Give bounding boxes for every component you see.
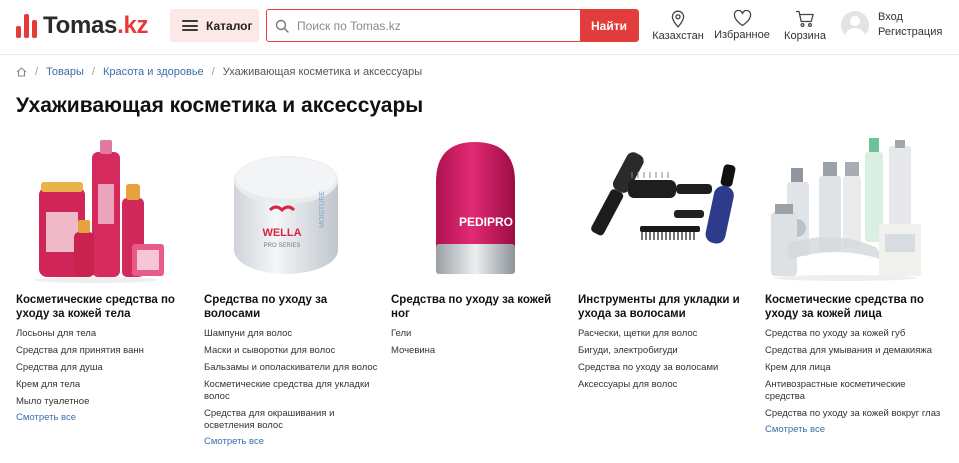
home-icon[interactable] [16,67,27,77]
cart-button[interactable]: Корзина [783,10,827,42]
search-bar: Найти [266,9,639,42]
subcategory-link[interactable]: Мыло туалетное [16,393,196,410]
subcategory-link[interactable]: Гели [391,325,571,342]
subcategory-list: Гели Мочевина [391,325,571,359]
subcategory-link[interactable]: Средства для душа [16,359,196,376]
subcategory-list: Лосьоны для тела Средства для принятия в… [16,325,196,410]
catalog-button[interactable]: Каталог [170,9,259,42]
subcategory-link[interactable]: Средства для умывания и демакияжа [765,342,945,359]
search-icon [267,10,297,41]
logo-text: Tomas.kz [43,12,149,39]
catalog-label: Каталог [206,18,253,33]
subcategory-link[interactable]: Средства по уходу за кожей губ [765,325,945,342]
see-all-link[interactable]: Смотреть все [16,412,196,423]
subcategory-link[interactable]: Средства по уходу за волосами [578,359,758,376]
category-title[interactable]: Средства по уходу за волосами [204,293,384,321]
category-card: Косметические средства по уходу за кожей… [765,132,945,435]
category-card: Инструменты для укладки и ухода за волос… [578,132,758,393]
breadcrumb: / Товары / Красота и здоровье / Ухаживаю… [16,66,422,78]
category-image[interactable]: WELLA PRO SERIES MOISTURE [204,132,364,287]
logo-bars-icon [16,14,37,38]
svg-text:WELLA: WELLA [262,227,301,239]
login-button[interactable]: Вход Регистрация [841,10,942,40]
subcategory-link[interactable]: Косметические средства для укладки волос [204,376,384,405]
header-divider [0,54,959,55]
category-title[interactable]: Косметические средства по уходу за кожей… [16,293,196,321]
subcategory-link[interactable]: Бигуди, электробигуди [578,342,758,359]
subcategory-link[interactable]: Средства для принятия ванн [16,342,196,359]
cart-icon [796,10,814,28]
register-label: Регистрация [878,26,943,38]
heart-icon [733,10,751,27]
category-card: PEDIPRO Средства по уходу за кожей ног Г… [391,132,571,359]
site-header: Tomas.kz Каталог Найти Казахстан Избранн… [0,0,959,54]
location-button[interactable]: Казахстан [652,10,704,42]
favorites-button[interactable]: Избранное [713,10,771,41]
see-all-link[interactable]: Смотреть все [204,436,384,447]
breadcrumb-separator: / [35,66,39,78]
login-label: Вход [878,11,903,23]
location-label: Казахстан [652,30,704,42]
subcategory-link[interactable]: Маски и сыворотки для волос [204,342,384,359]
avatar-icon [841,11,869,39]
menu-icon [182,20,198,31]
breadcrumb-separator: / [91,66,95,78]
search-button[interactable]: Найти [580,10,638,41]
subcategory-link[interactable]: Аксессуары для волос [578,376,758,393]
subcategory-link[interactable]: Антивозрастные косметические средства [765,376,945,405]
category-image[interactable]: PEDIPRO [391,132,551,287]
svg-text:MOISTURE: MOISTURE [319,191,326,228]
cart-label: Корзина [784,30,826,42]
category-title[interactable]: Косметические средства по уходу за кожей… [765,293,945,321]
category-card: Косметические средства по уходу за кожей… [16,132,196,423]
svg-text:PEDIPRO: PEDIPRO [459,215,513,229]
category-image[interactable] [765,132,925,287]
login-text: Вход Регистрация [878,10,942,40]
see-all-link[interactable]: Смотреть все [765,424,945,435]
subcategory-link[interactable]: Крем для тела [16,376,196,393]
breadcrumb-current: Ухаживающая косметика и аксессуары [222,66,423,78]
subcategory-list: Средства по уходу за кожей губ Средства … [765,325,945,422]
subcategory-link[interactable]: Лосьоны для тела [16,325,196,342]
site-logo[interactable]: Tomas.kz [16,12,149,40]
breadcrumb-separator: / [211,66,215,78]
subcategory-list: Расчески, щетки для волос Бигуди, электр… [578,325,758,393]
subcategory-list: Шампуни для волос Маски и сыворотки для … [204,325,384,434]
category-title[interactable]: Инструменты для укладки и ухода за волос… [578,293,758,321]
category-title[interactable]: Средства по уходу за кожей ног [391,293,571,321]
category-image[interactable] [578,132,738,287]
page-title: Ухаживающая косметика и аксессуары [16,94,424,117]
subcategory-link[interactable]: Бальзамы и ополаскиватели для волос [204,359,384,376]
subcategory-link[interactable]: Мочевина [391,342,571,359]
subcategory-link[interactable]: Расчески, щетки для волос [578,325,758,342]
subcategory-link[interactable]: Средства по уходу за кожей вокруг глаз [765,405,945,422]
category-card: WELLA PRO SERIES MOISTURE Средства по ух… [204,132,384,447]
subcategory-link[interactable]: Шампуни для волос [204,325,384,342]
subcategory-link[interactable]: Крем для лица [765,359,945,376]
favorites-label: Избранное [714,29,770,41]
svg-text:PRO SERIES: PRO SERIES [264,243,301,249]
subcategory-link[interactable]: Средства для окрашивания и осветления во… [204,405,384,434]
search-input[interactable] [297,10,580,41]
breadcrumb-item[interactable]: Красота и здоровье [103,66,204,78]
location-pin-icon [671,10,685,28]
breadcrumb-item[interactable]: Товары [46,66,84,78]
category-image[interactable] [16,132,176,287]
